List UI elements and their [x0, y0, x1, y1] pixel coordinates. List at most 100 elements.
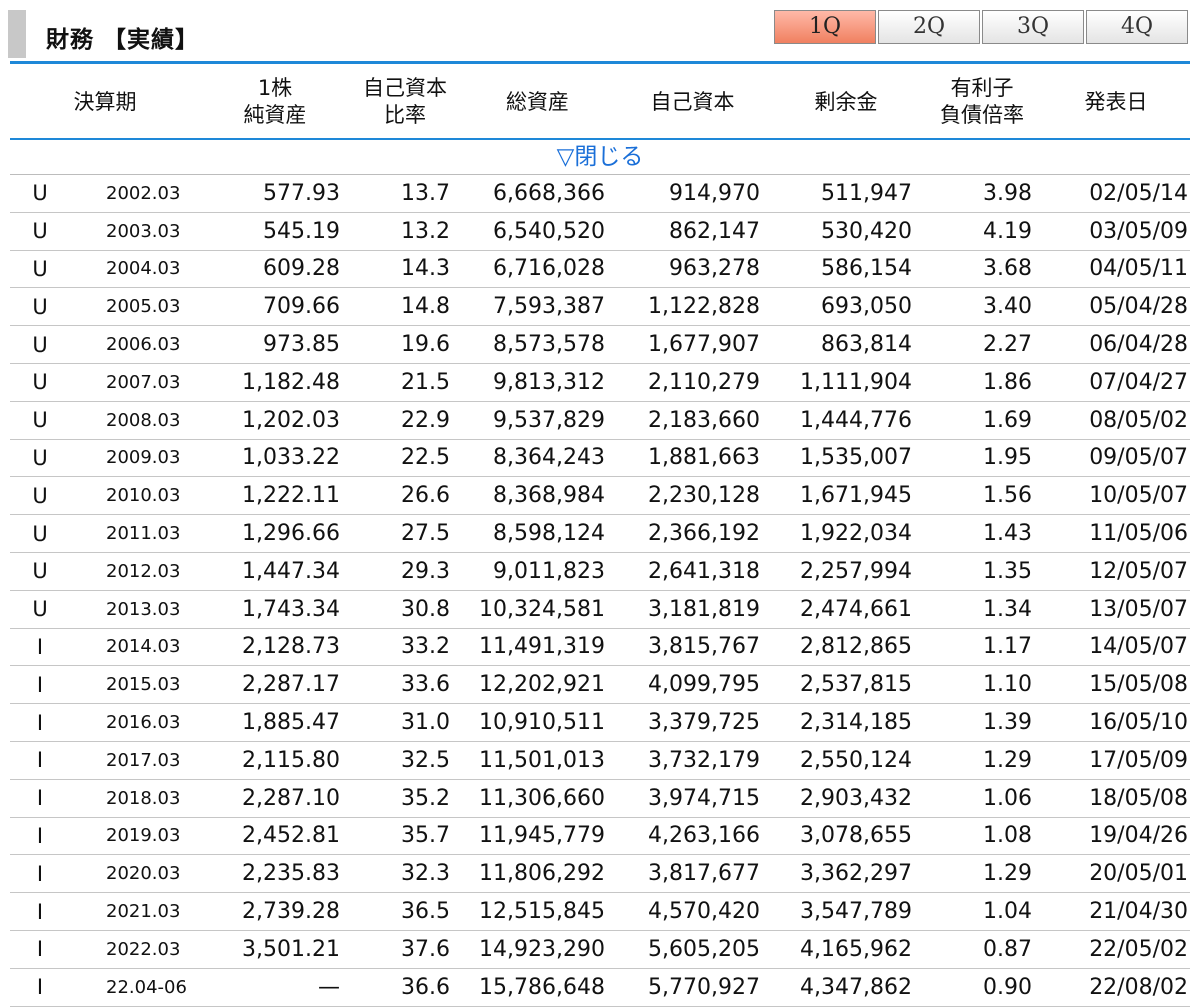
cell-announce-date: 07/04/27: [1089, 369, 1188, 395]
cell-equity-ratio: 26.6: [401, 483, 450, 509]
cell-total-assets: 11,306,660: [479, 785, 605, 811]
cell-debt-ratio: 1.29: [983, 747, 1032, 773]
cell-total-assets: 11,501,013: [479, 747, 605, 773]
cell-retained-earnings: 511,947: [821, 180, 912, 206]
cell-total-assets: 9,011,823: [493, 558, 605, 584]
cell-equity: 3,379,725: [648, 710, 760, 736]
cell-debt-ratio: 2.27: [983, 332, 1032, 358]
cell-period: 2009.03: [106, 447, 181, 469]
cell-equity-ratio: 33.6: [401, 672, 450, 698]
cell-debt-ratio: 1.56: [983, 483, 1032, 509]
cell-total-assets: 15,786,648: [479, 974, 605, 1000]
cell-bps: 2,128.73: [242, 634, 340, 660]
cell-equity: 4,570,420: [648, 899, 760, 925]
cell-total-assets: 11,491,319: [479, 634, 605, 660]
cell-announce-date: 15/05/08: [1089, 672, 1188, 698]
cell-retained-earnings: 1,111,904: [800, 369, 912, 395]
cell-standard: U: [32, 294, 48, 319]
cell-equity: 1,677,907: [648, 332, 760, 358]
col-header-announce-date: 発表日: [1084, 89, 1148, 114]
cell-period: 2010.03: [106, 485, 181, 507]
cell-announce-date: 02/05/14: [1089, 180, 1188, 206]
title-accent-bar: [8, 10, 26, 58]
cell-total-assets: 9,813,312: [493, 369, 605, 395]
cell-equity: 4,263,166: [648, 823, 760, 849]
cell-announce-date: 10/05/07: [1089, 483, 1188, 509]
cell-equity: 2,183,660: [648, 407, 760, 433]
cell-debt-ratio: 3.98: [983, 180, 1032, 206]
cell-equity-ratio: 33.2: [401, 634, 450, 660]
table-row: I 2022.03 3,501.21 37.6 14,923,290 5,605,205 4…: [10, 931, 1190, 969]
cell-bps: 973.85: [263, 332, 340, 358]
cell-retained-earnings: 3,362,297: [800, 861, 912, 887]
cell-equity: 1,122,828: [648, 294, 760, 320]
cell-standard: I: [36, 786, 44, 811]
table-row: I 2015.03 2,287.17 33.6 12,202,921 4,099,795 2…: [10, 666, 1190, 705]
cell-announce-date: 05/04/28: [1089, 294, 1188, 320]
table-row: U 2003.03 545.19 13.2 6,540,520 862,147 530,42…: [10, 213, 1190, 251]
tab-3q[interactable]: 3Q: [982, 10, 1084, 44]
cell-equity-ratio: 35.2: [401, 785, 450, 811]
table-row: U 2005.03 709.66 14.8 7,593,387 1,122,828 693,…: [10, 288, 1190, 327]
financial-table-body: U 2002.03 577.93 13.7 6,668,366 914,970 511,94…: [10, 175, 1190, 1007]
cell-total-assets: 11,945,779: [479, 823, 605, 849]
cell-bps: 2,287.17: [242, 672, 340, 698]
cell-standard: I: [36, 634, 44, 659]
cell-equity: 3,817,677: [648, 861, 760, 887]
cell-equity: 3,181,819: [648, 596, 760, 622]
cell-retained-earnings: 586,154: [821, 256, 912, 282]
cell-debt-ratio: 1.86: [983, 369, 1032, 395]
cell-retained-earnings: 1,535,007: [800, 445, 912, 471]
cell-debt-ratio: 4.19: [983, 218, 1032, 244]
cell-equity: 3,815,767: [648, 634, 760, 660]
cell-equity: 862,147: [669, 218, 760, 244]
cell-period: 2016.03: [106, 712, 181, 734]
cell-total-assets: 14,923,290: [479, 936, 605, 962]
table-row: I 2020.03 2,235.83 32.3 11,806,292 3,817,677 3…: [10, 855, 1190, 894]
table-header: 決算期 1株 純資産 自己資本 比率 総資産 自己資本 剰余金 有利子 負債倍率…: [10, 66, 1190, 140]
table-row: U 2006.03 973.85 19.6 8,573,578 1,677,907 863,…: [10, 326, 1190, 364]
table-row: U 2009.03 1,033.22 22.5 8,364,243 1,881,663 1,…: [10, 440, 1190, 478]
cell-bps: 2,115.80: [242, 747, 340, 773]
cell-period: 2013.03: [106, 598, 181, 620]
cell-period: 2021.03: [106, 901, 181, 923]
cell-bps: 2,452.81: [242, 823, 340, 849]
cell-bps: 577.93: [263, 180, 340, 206]
col-header-total-assets: 総資産: [506, 89, 569, 114]
cell-standard: I: [36, 899, 44, 924]
cell-total-assets: 8,573,578: [493, 332, 605, 358]
cell-period: 2004.03: [106, 258, 181, 280]
cell-total-assets: 6,540,520: [493, 218, 605, 244]
cell-debt-ratio: 3.68: [983, 256, 1032, 282]
title-bar: 財務 【実績】 1Q 2Q 3Q 4Q: [0, 0, 1200, 64]
cell-equity-ratio: 30.8: [401, 596, 450, 622]
cell-debt-ratio: 0.90: [983, 974, 1032, 1000]
cell-bps: 609.28: [263, 256, 340, 282]
cell-bps: 1,182.48: [242, 369, 340, 395]
cell-announce-date: 18/05/08: [1089, 785, 1188, 811]
cell-debt-ratio: 1.69: [983, 407, 1032, 433]
tab-2q[interactable]: 2Q: [878, 10, 980, 44]
cell-equity-ratio: 35.7: [401, 823, 450, 849]
cell-announce-date: 14/05/07: [1089, 634, 1188, 660]
tab-1q[interactable]: 1Q: [774, 10, 876, 44]
cell-retained-earnings: 2,812,865: [800, 634, 912, 660]
cell-announce-date: 09/05/07: [1089, 445, 1188, 471]
page-title: 財務 【実績】: [46, 27, 200, 53]
tab-4q[interactable]: 4Q: [1086, 10, 1188, 44]
cell-period: 2012.03: [106, 560, 181, 582]
cell-debt-ratio: 1.08: [983, 823, 1032, 849]
cell-period: 2011.03: [106, 523, 181, 545]
collapse-toggle-link[interactable]: ▽閉じる: [10, 140, 1190, 175]
cell-equity: 3,732,179: [648, 747, 760, 773]
cell-debt-ratio: 1.95: [983, 445, 1032, 471]
cell-equity: 2,641,318: [648, 558, 760, 584]
quarter-tabs: 1Q 2Q 3Q 4Q: [774, 10, 1190, 44]
cell-period: 2022.03: [106, 938, 181, 960]
table-row: I 2018.03 2,287.10 35.2 11,306,660 3,974,715 2…: [10, 780, 1190, 818]
cell-total-assets: 10,324,581: [479, 596, 605, 622]
cell-equity-ratio: 32.5: [401, 747, 450, 773]
cell-standard: U: [32, 445, 48, 470]
cell-retained-earnings: 863,814: [821, 332, 912, 358]
cell-retained-earnings: 2,474,661: [800, 596, 912, 622]
